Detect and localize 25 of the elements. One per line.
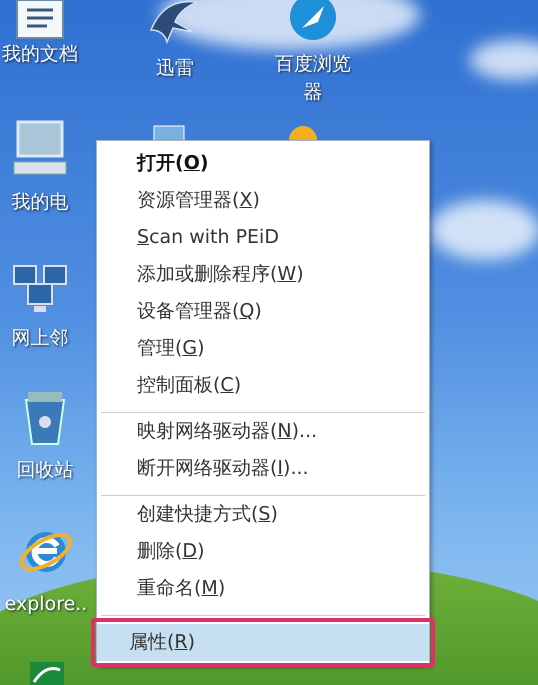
icon-label: 迅雷 (155, 56, 195, 81)
icon-label: explore.. (4, 592, 88, 617)
menu-item[interactable]: 重命名(M) (97, 570, 429, 607)
icon-label: 我的文档 (1, 42, 79, 67)
menu-item[interactable]: 创建快捷方式(S) (97, 496, 429, 533)
app-icon (30, 660, 64, 685)
icon-label: 回收站 (16, 458, 74, 483)
menu-item[interactable]: 删除(D) (97, 533, 429, 570)
menu-item[interactable]: 资源管理器(X) (97, 182, 429, 219)
menu-item[interactable]: 断开网络驱动器(I)... (97, 450, 429, 487)
menu-item[interactable]: 打开(O) (97, 145, 429, 182)
icon-label: 百度浏览器 (274, 52, 352, 105)
cloud-drawing (470, 40, 538, 80)
menu-item[interactable]: 属性(R) (97, 624, 429, 661)
menu-item[interactable]: 添加或删除程序(W) (97, 256, 429, 293)
icon-label: 网上邻 (10, 326, 70, 351)
menu-item[interactable]: 映射网络驱动器(N)... (97, 413, 429, 450)
icon-label: 我的电 (10, 190, 70, 215)
document-icon[interactable] (15, 0, 65, 40)
menu-item[interactable]: 设备管理器(Q) (97, 293, 429, 330)
menu-item[interactable]: 管理(G) (97, 330, 429, 367)
menu-item[interactable]: Scan with PEiD (97, 219, 429, 256)
menu-item[interactable]: 控制面板(C) (97, 367, 429, 404)
browser-icon[interactable] (288, 0, 338, 40)
recycle-bin-icon[interactable] (22, 390, 68, 446)
